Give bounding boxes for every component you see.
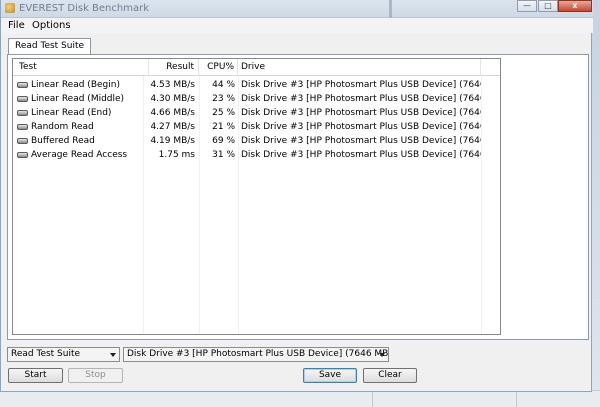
table-row[interactable]: Random Read 4.27 MB/s 21 % Disk Drive #3 [H… — [13, 120, 500, 134]
start-button[interactable]: Start — [8, 368, 63, 383]
results-list[interactable]: Test Result CPU% Drive Linear Read (Begi… — [12, 58, 501, 335]
column-header-drive[interactable]: Drive — [238, 59, 481, 76]
clear-button[interactable]: Clear — [363, 368, 417, 383]
menu-options[interactable]: Options — [32, 20, 71, 31]
table-row[interactable]: Linear Read (Begin) 4.53 MB/s 44 % Disk Dri… — [13, 78, 500, 92]
cell-drive: Disk Drive #3 [HP Photosmart Plus USB De… — [241, 94, 481, 104]
menu-bar: File Options — [1, 18, 593, 33]
cell-drive: Disk Drive #3 [HP Photosmart Plus USB De… — [241, 150, 481, 160]
save-button[interactable]: Save — [303, 368, 357, 383]
cell-result: 4.19 MB/s — [150, 136, 195, 146]
disk-icon — [17, 110, 28, 116]
window-title: EVEREST Disk Benchmark — [19, 3, 149, 14]
cell-drive: Disk Drive #3 [HP Photosmart Plus USB De… — [241, 122, 481, 132]
taskbar-divider — [372, 391, 373, 407]
table-row[interactable]: Average Read Access 1.75 ms 31 % Disk Drive… — [13, 148, 500, 162]
stop-button[interactable]: Stop — [68, 368, 123, 383]
cell-test: Linear Read (End) — [31, 108, 112, 118]
title-bar[interactable]: EVEREST Disk Benchmark — □ x — [1, 0, 593, 18]
test-suite-select[interactable]: Read Test Suite — [7, 347, 120, 362]
maximize-button[interactable]: □ — [538, 0, 558, 12]
chevron-down-icon — [110, 353, 116, 357]
cell-result: 1.75 ms — [158, 150, 195, 160]
disk-icon — [17, 82, 28, 88]
drive-select-value: Disk Drive #3 [HP Photosmart Plus USB De… — [127, 349, 389, 359]
cell-result: 4.66 MB/s — [150, 108, 195, 118]
cell-drive: Disk Drive #3 [HP Photosmart Plus USB De… — [241, 108, 481, 118]
app-icon — [5, 3, 15, 13]
cell-test: Random Read — [31, 122, 94, 132]
taskbar-divider — [516, 391, 517, 407]
test-suite-select-value: Read Test Suite — [11, 349, 81, 359]
maximize-icon: □ — [544, 1, 552, 10]
drive-select[interactable]: Disk Drive #3 [HP Photosmart Plus USB De… — [123, 347, 389, 362]
cell-result: 4.27 MB/s — [150, 122, 195, 132]
cell-cpu: 23 % — [212, 94, 235, 104]
table-row[interactable]: Linear Read (Middle) 4.30 MB/s 23 % Disk Dr… — [13, 92, 500, 106]
taskbar-strip — [0, 390, 600, 407]
close-button[interactable]: x — [558, 0, 592, 12]
tab-strip: Read Test Suite — [7, 37, 587, 56]
cell-test: Average Read Access — [31, 150, 128, 160]
cell-drive: Disk Drive #3 [HP Photosmart Plus USB De… — [241, 136, 481, 146]
disk-icon — [17, 152, 28, 158]
cell-result: 4.30 MB/s — [150, 94, 195, 104]
benchmark-window: EVEREST Disk Benchmark — □ x File Option… — [0, 0, 593, 392]
column-header-result[interactable]: Result — [143, 59, 199, 76]
cell-test: Linear Read (Begin) — [31, 80, 120, 90]
disk-icon — [17, 124, 28, 130]
table-row[interactable]: Linear Read (End) 4.66 MB/s 25 % Disk Drive… — [13, 106, 500, 120]
table-row[interactable]: Buffered Read 4.19 MB/s 69 % Disk Drive #3 … — [13, 134, 500, 148]
title-bar-divider — [389, 0, 392, 18]
cell-cpu: 69 % — [212, 136, 235, 146]
disk-icon — [17, 96, 28, 102]
cell-drive: Disk Drive #3 [HP Photosmart Plus USB De… — [241, 80, 481, 90]
cell-test: Buffered Read — [31, 136, 95, 146]
menu-file[interactable]: File — [8, 20, 25, 31]
minimize-button[interactable]: — — [517, 0, 537, 12]
list-header: Test Result CPU% Drive — [13, 59, 500, 76]
cell-test: Linear Read (Middle) — [31, 94, 125, 104]
column-header-cpu[interactable]: CPU% — [199, 59, 238, 76]
cell-result: 4.53 MB/s — [150, 80, 195, 90]
close-icon: x — [572, 1, 578, 10]
column-header-test[interactable]: Test — [19, 59, 149, 76]
cell-cpu: 25 % — [212, 108, 235, 118]
disk-icon — [17, 138, 28, 144]
cell-cpu: 44 % — [212, 80, 235, 90]
chevron-down-icon — [379, 353, 385, 357]
cell-cpu: 31 % — [212, 150, 235, 160]
minimize-icon: — — [523, 1, 531, 10]
cell-cpu: 21 % — [212, 122, 235, 132]
